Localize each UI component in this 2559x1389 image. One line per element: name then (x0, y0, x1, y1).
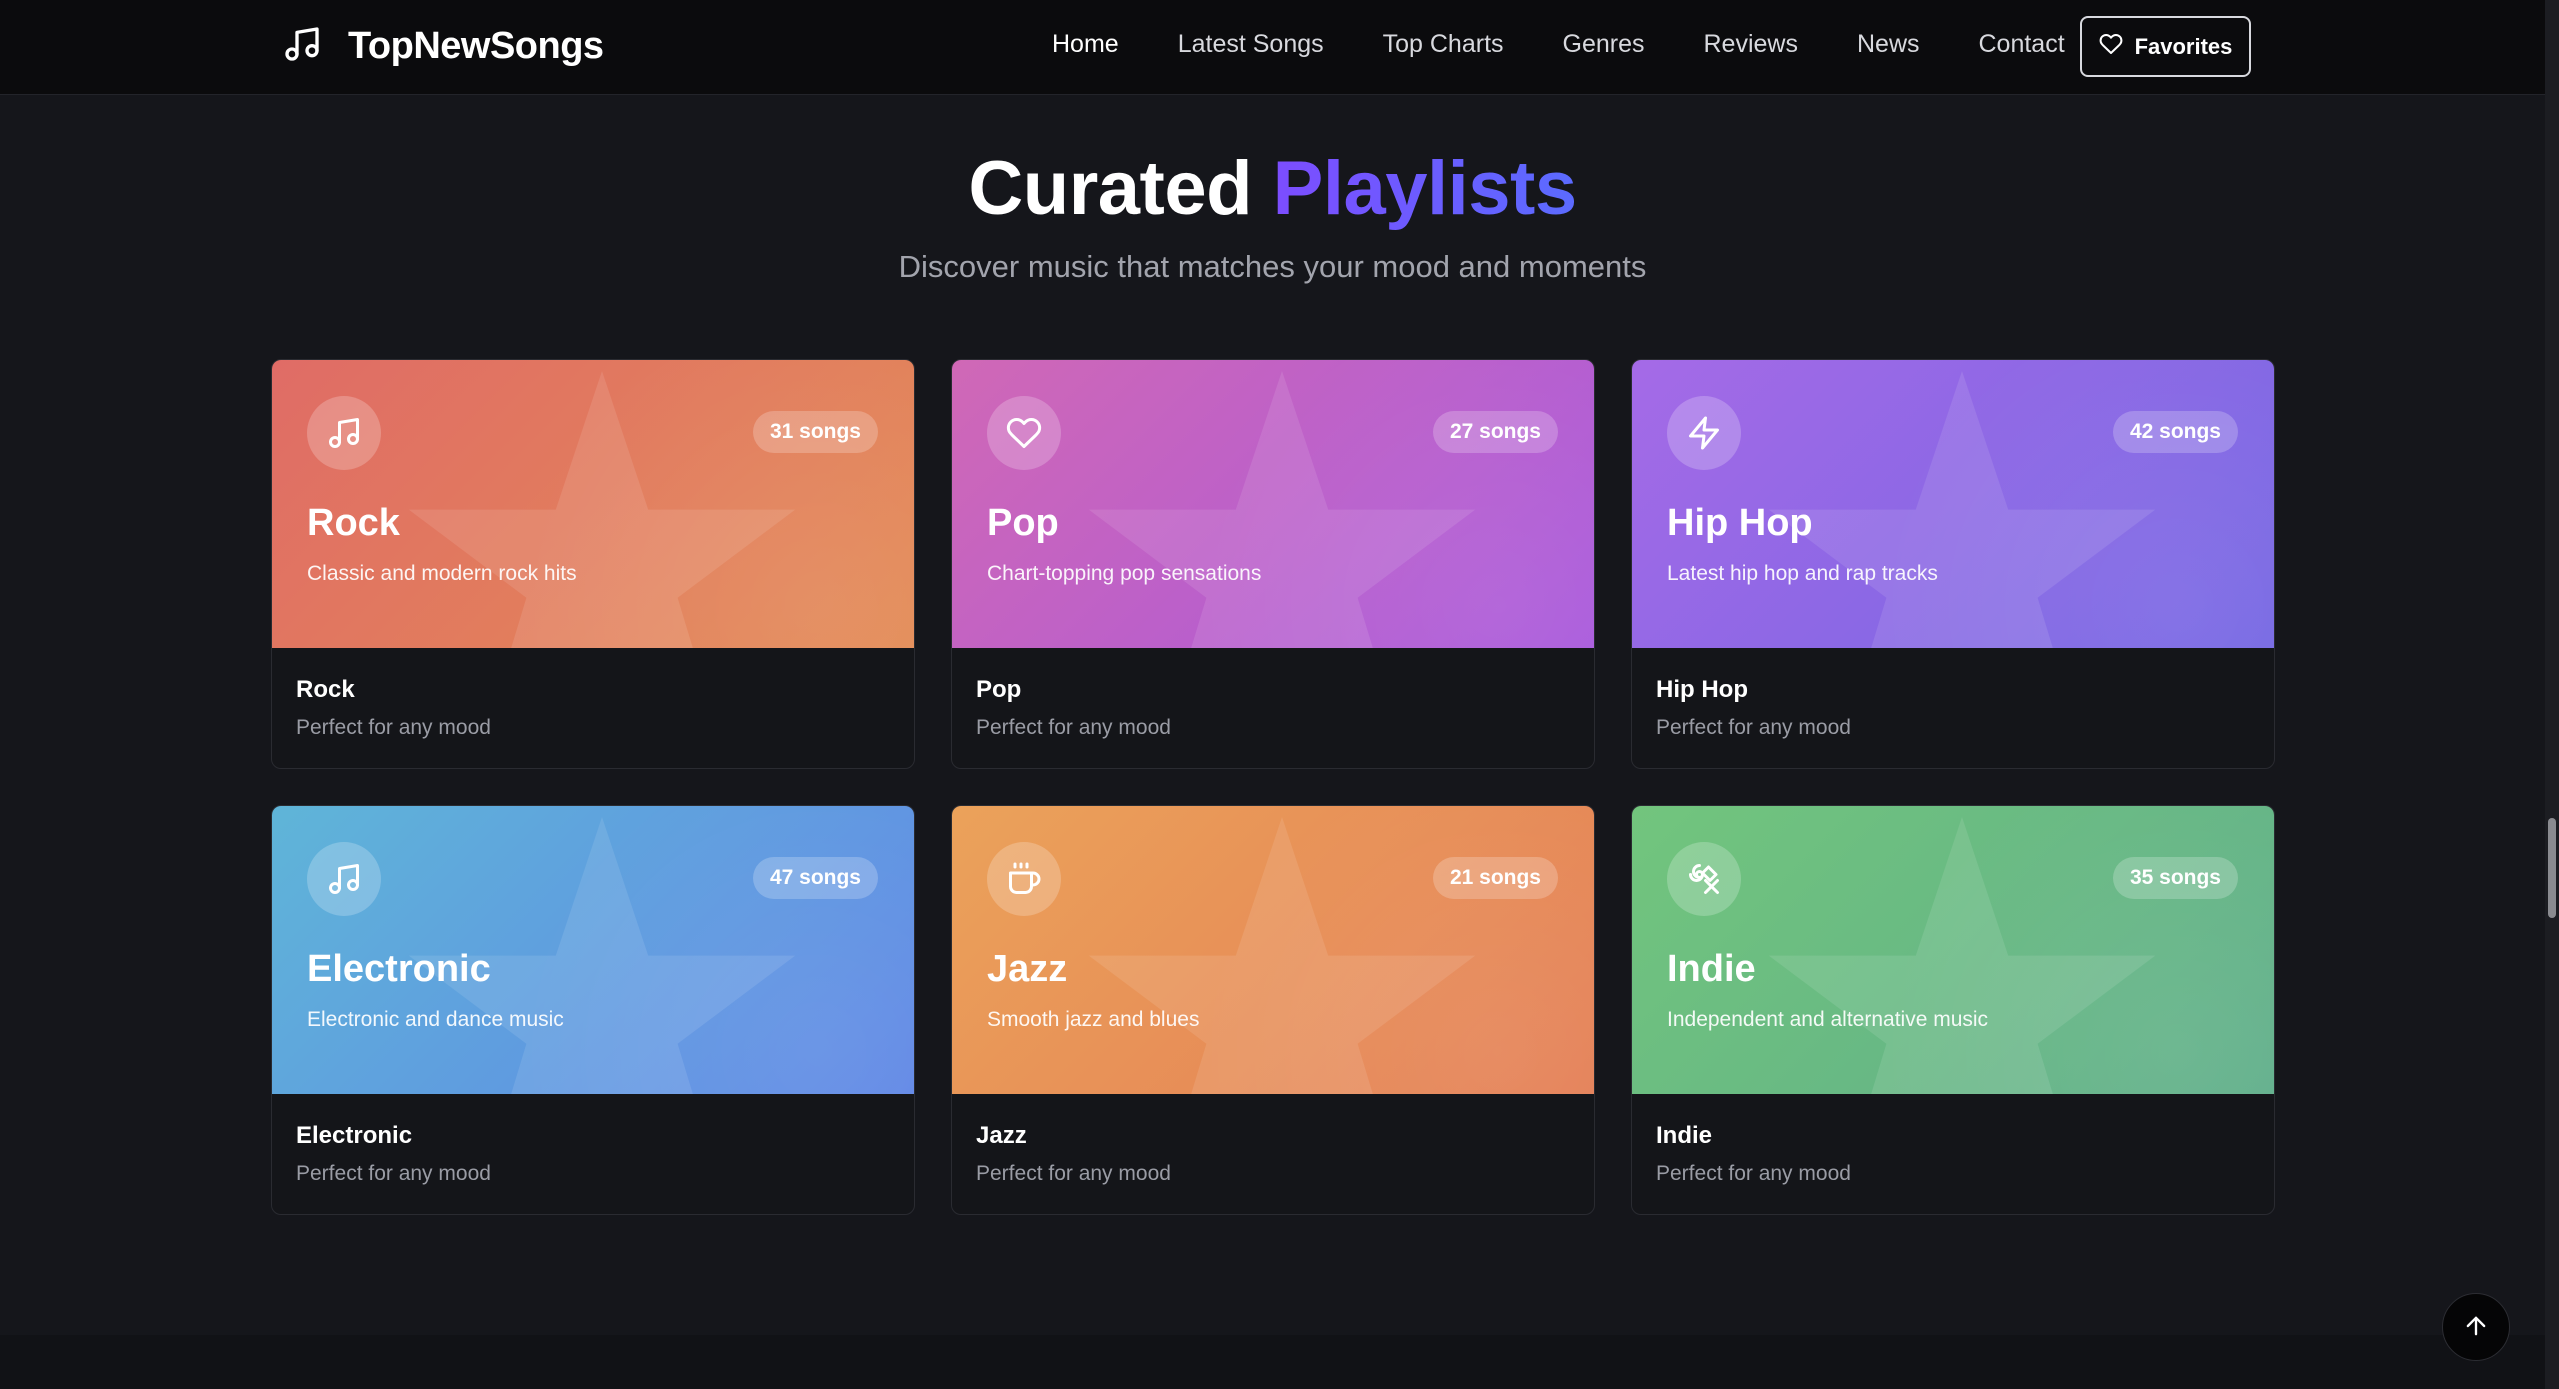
playlist-name: Hip Hop (1656, 676, 1748, 703)
playlist-card-pop[interactable]: 27 songs Pop Chart-topping pop sensation… (951, 359, 1595, 769)
heart-icon (2099, 32, 2123, 62)
section-title-main: Curated (968, 146, 1253, 231)
playlist-description: Classic and modern rock hits (307, 562, 577, 585)
song-count-badge: 21 songs (1432, 857, 1558, 899)
nav-link-top-charts[interactable]: Top Charts (1383, 30, 1504, 59)
page-scrollbar[interactable] (2545, 0, 2559, 1389)
playlist-card-footer: Rock Perfect for any mood (272, 648, 914, 768)
playlist-name: Indie (1656, 1122, 1713, 1149)
song-count-badge: 47 songs (752, 857, 878, 899)
playlist-description: Latest hip hop and rap tracks (1667, 562, 1938, 585)
playlist-description: Chart-topping pop sensations (987, 562, 1262, 585)
nav-link-contact[interactable]: Contact (1979, 30, 2065, 59)
playlist-card-indie[interactable]: 35 songs Indie Independent and alternati… (1631, 805, 2275, 1215)
nav-link-home[interactable]: Home (1052, 30, 1119, 59)
brand-logo[interactable]: TopNewSongs (282, 24, 604, 69)
playlist-card-electronic[interactable]: 47 songs Electronic Electronic and dance… (271, 805, 915, 1215)
playlist-mood: Perfect for any mood (976, 716, 1171, 739)
playlist-card-header: 35 songs Indie Independent and alternati… (1632, 806, 2274, 1094)
back-to-top-button[interactable] (2442, 1293, 2510, 1361)
playlist-name: Pop (976, 676, 1022, 703)
playlist-title: Electronic (307, 948, 491, 990)
footer-band (0, 1335, 2545, 1389)
nav-link-reviews[interactable]: Reviews (1704, 30, 1798, 59)
playlist-name: Jazz (976, 1122, 1027, 1149)
playlist-card-footer: Indie Perfect for any mood (1632, 1094, 2274, 1214)
music-note-icon (282, 24, 322, 69)
playlist-name: Rock (296, 676, 355, 703)
song-count-badge: 31 songs (752, 411, 878, 453)
favorites-button[interactable]: Favorites (2080, 16, 2251, 77)
nav-link-news[interactable]: News (1857, 30, 1920, 59)
playlist-mood: Perfect for any mood (296, 716, 491, 739)
coffee-icon (987, 842, 1061, 916)
section-subtitle: Discover music that matches your mood an… (898, 249, 1647, 284)
arrow-up-icon (2462, 1312, 2490, 1343)
nav-link-latest-songs[interactable]: Latest Songs (1178, 30, 1324, 59)
song-count-badge: 35 songs (2112, 857, 2238, 899)
playlist-card-header: 42 songs Hip Hop Latest hip hop and rap … (1632, 360, 2274, 648)
playlist-card-footer: Hip Hop Perfect for any mood (1632, 648, 2274, 768)
playlist-card-header: 27 songs Pop Chart-topping pop sensation… (952, 360, 1594, 648)
playlist-title: Hip Hop (1667, 502, 1813, 544)
brand-name: TopNewSongs (348, 25, 604, 67)
playlist-card-header: 31 songs Rock Classic and modern rock hi… (272, 360, 914, 648)
section-title: Curated Playlists (0, 145, 2545, 232)
playlist-card-header: 21 songs Jazz Smooth jazz and blues (952, 806, 1594, 1094)
nav-links: Home Latest Songs Top Charts Genres Revi… (1052, 30, 2124, 59)
playlist-title: Rock (307, 502, 400, 544)
scrollbar-thumb[interactable] (2548, 818, 2556, 918)
playlist-card-jazz[interactable]: 21 songs Jazz Smooth jazz and blues Jazz… (951, 805, 1595, 1215)
playlist-description: Electronic and dance music (307, 1008, 564, 1031)
playlist-card-header: 47 songs Electronic Electronic and dance… (272, 806, 914, 1094)
playlist-card-footer: Pop Perfect for any mood (952, 648, 1594, 768)
song-count-badge: 27 songs (1432, 411, 1558, 453)
playlist-mood: Perfect for any mood (1656, 1162, 1851, 1185)
playlist-mood: Perfect for any mood (1656, 716, 1851, 739)
playlist-name: Electronic (296, 1122, 413, 1149)
playlist-title: Pop (987, 502, 1059, 544)
playlist-card-hip-hop[interactable]: 42 songs Hip Hop Latest hip hop and rap … (1631, 359, 2275, 769)
playlist-card-rock[interactable]: 31 songs Rock Classic and modern rock hi… (271, 359, 915, 769)
section-title-accent: Playlists (1272, 146, 1577, 231)
music-note-icon (307, 842, 381, 916)
palette-icon (1667, 842, 1741, 916)
song-count-badge: 42 songs (2112, 411, 2238, 453)
playlist-title: Indie (1667, 948, 1756, 990)
playlist-card-footer: Electronic Perfect for any mood (272, 1094, 914, 1214)
heart-icon (987, 396, 1061, 470)
navbar: TopNewSongs Home Latest Songs Top Charts… (0, 0, 2545, 95)
playlist-mood: Perfect for any mood (296, 1162, 491, 1185)
nav-link-genres[interactable]: Genres (1563, 30, 1645, 59)
playlist-description: Independent and alternative music (1667, 1008, 1989, 1031)
playlist-description: Smooth jazz and blues (987, 1008, 1200, 1031)
playlist-card-footer: Jazz Perfect for any mood (952, 1094, 1594, 1214)
page: TopNewSongs Home Latest Songs Top Charts… (0, 0, 2559, 1389)
playlist-title: Jazz (987, 948, 1068, 990)
favorites-label: Favorites (2134, 33, 2233, 59)
music-note-icon (307, 396, 381, 470)
lightning-icon (1667, 396, 1741, 470)
playlist-mood: Perfect for any mood (976, 1162, 1171, 1185)
